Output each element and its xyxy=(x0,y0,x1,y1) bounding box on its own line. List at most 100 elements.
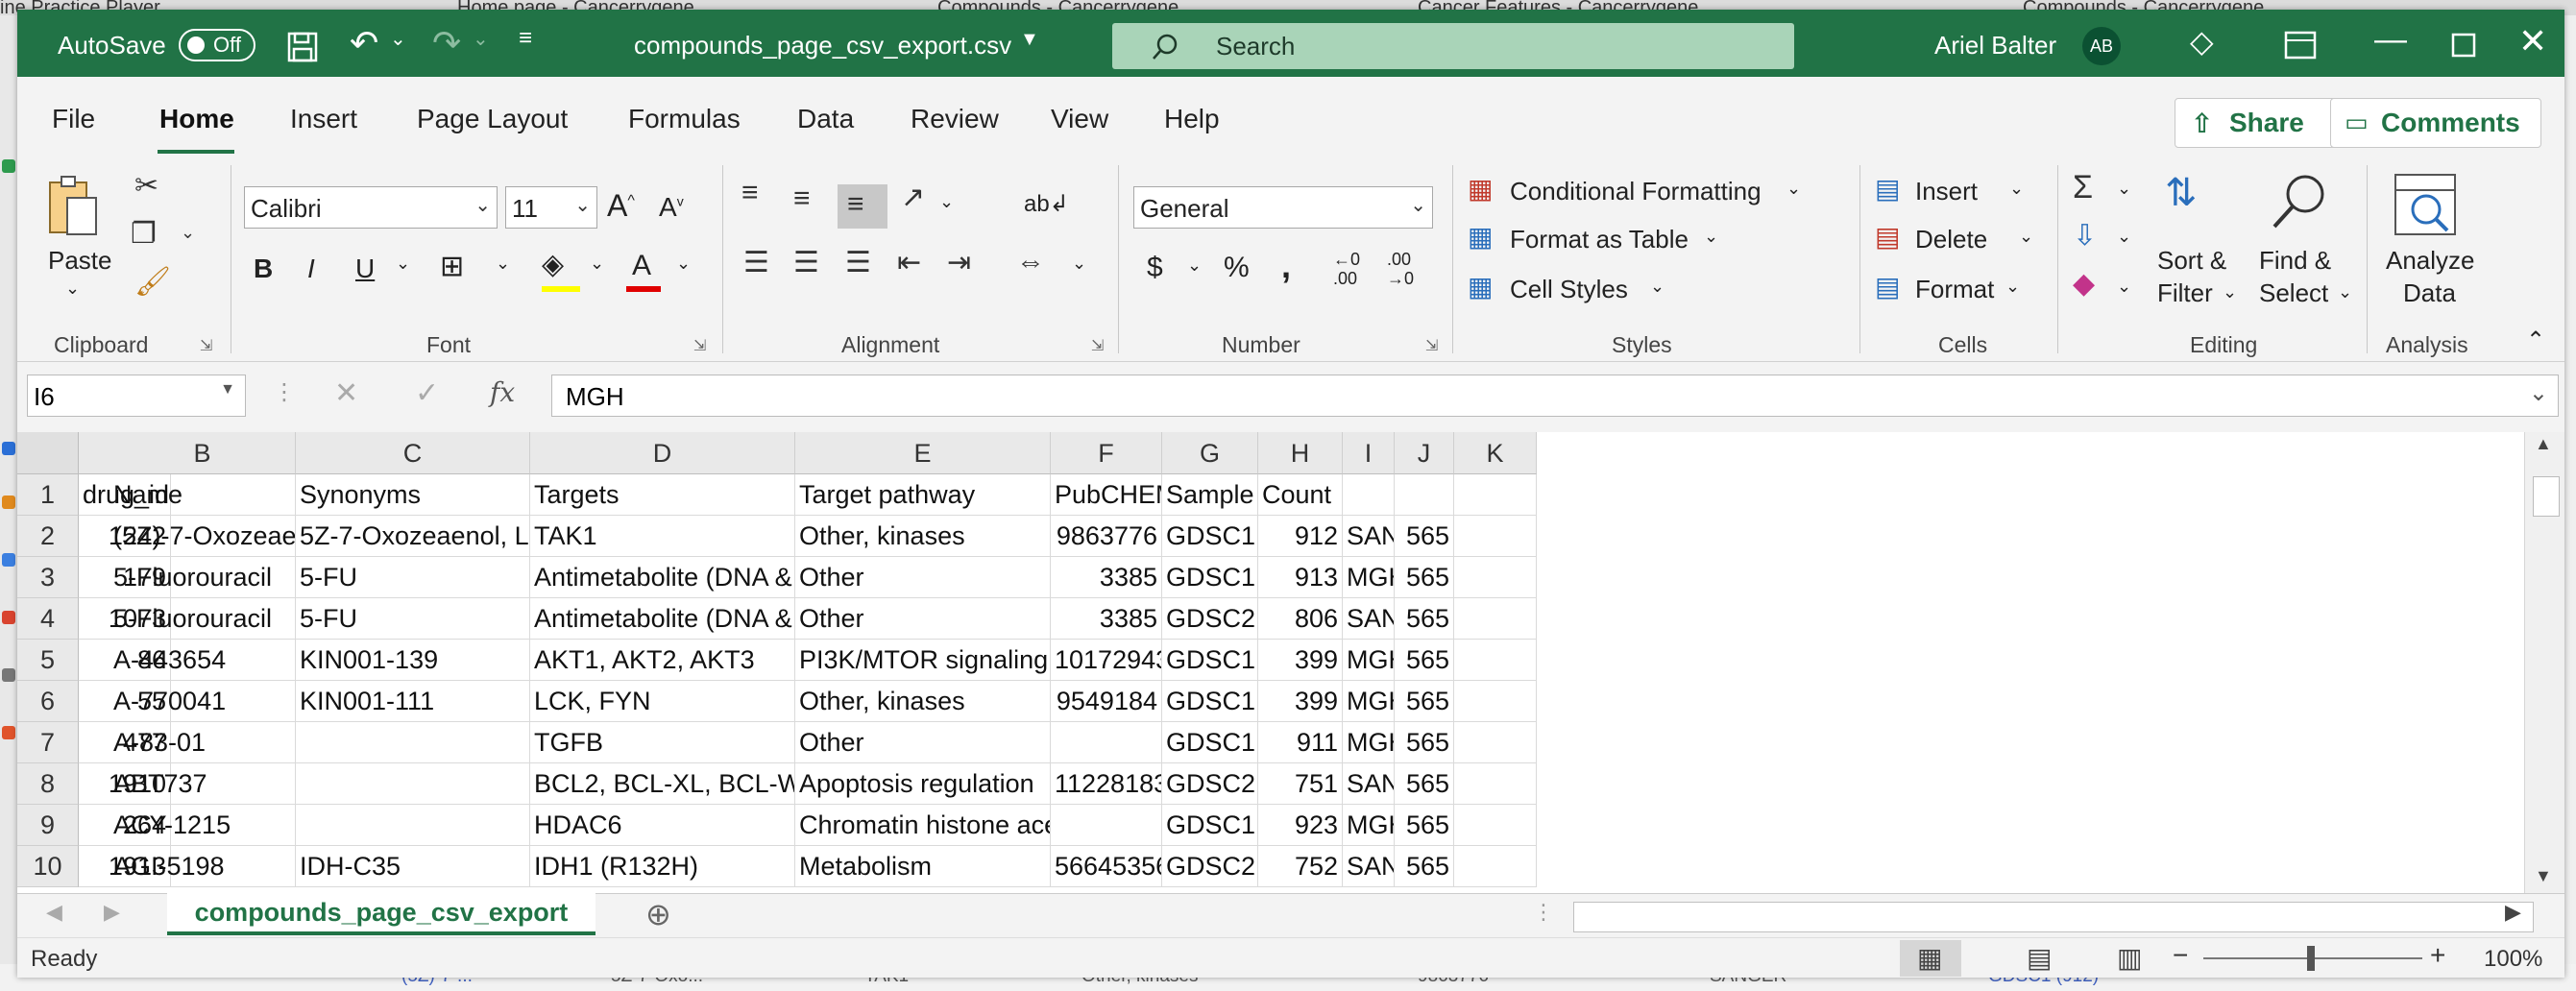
delete-cells-icon[interactable]: ▤ xyxy=(1875,221,1900,253)
align-top-icon[interactable]: ≡ xyxy=(741,177,759,209)
cut-icon[interactable]: ✂ xyxy=(134,169,158,203)
tab-view[interactable]: View xyxy=(1051,104,1108,134)
formula-input[interactable]: MGH ⌄ xyxy=(551,375,2559,417)
chevron-down-icon[interactable]: ⌄ xyxy=(2009,179,2024,199)
cancel-entry-icon[interactable]: ✕ xyxy=(334,376,358,410)
cell-h1[interactable]: Count xyxy=(1258,474,1343,516)
column-header-i[interactable]: I xyxy=(1343,432,1395,474)
cell-h4[interactable]: 806 xyxy=(1258,598,1343,640)
find-label-line1[interactable]: Find & xyxy=(2259,246,2331,276)
insert-function-icon[interactable]: fx xyxy=(490,376,515,408)
cell-e3[interactable]: Other xyxy=(795,557,1051,598)
column-header-h[interactable]: H xyxy=(1258,432,1343,474)
cell-k1[interactable] xyxy=(1454,474,1537,516)
bold-icon[interactable]: B xyxy=(254,254,273,284)
number-format-select[interactable]: General ⌄ xyxy=(1133,186,1433,229)
underline-dropdown-icon[interactable]: ⌄ xyxy=(396,254,410,274)
cell-g5[interactable]: GDSC1 xyxy=(1162,640,1258,681)
chevron-down-icon[interactable]: ⌄ xyxy=(1650,277,1665,297)
sheet-tab[interactable]: compounds_page_csv_export xyxy=(167,893,595,935)
paste-dropdown-icon[interactable]: ⌄ xyxy=(65,278,80,299)
page-layout-view-button[interactable]: ▤ xyxy=(2009,940,2071,977)
conditional-formatting-button[interactable]: Conditional Formatting xyxy=(1510,177,1762,206)
merge-center-icon[interactable]: ⇔ xyxy=(1016,246,1045,278)
row-header-5[interactable]: 5 xyxy=(17,640,79,681)
undo-dropdown-icon[interactable]: ⌄ xyxy=(390,27,406,51)
paste-label[interactable]: Paste xyxy=(48,246,112,276)
horizontal-scrollbar[interactable] xyxy=(1573,902,2534,932)
sort-label-line1[interactable]: Sort & xyxy=(2157,246,2226,276)
cell-g2[interactable]: GDSC1 xyxy=(1162,516,1258,557)
cell-c1[interactable]: Synonyms xyxy=(296,474,530,516)
cell-e6[interactable]: Other, kinases xyxy=(795,681,1051,722)
row-header-9[interactable]: 9 xyxy=(17,805,79,846)
cell-f1[interactable]: PubCHEM xyxy=(1051,474,1162,516)
cell-i8[interactable]: SANGER xyxy=(1343,763,1395,805)
scroll-down-icon[interactable]: ▼ xyxy=(2535,866,2552,886)
cell-b1[interactable]: Name xyxy=(109,474,296,516)
font-size-select[interactable]: 11 ⌄ xyxy=(505,186,597,229)
cell-j4[interactable]: 565 xyxy=(1395,598,1454,640)
cell-j10[interactable]: 565 xyxy=(1395,846,1454,887)
font-name-select[interactable]: Calibri ⌄ xyxy=(244,186,498,229)
cell-b5[interactable]: A-443654 xyxy=(109,640,296,681)
cell-styles-icon[interactable]: ▦ xyxy=(1468,271,1493,302)
decrease-decimal-icon[interactable]: .00 →0 xyxy=(1387,250,1414,288)
fill-color-dropdown-icon[interactable]: ⌄ xyxy=(590,254,604,274)
avatar[interactable]: AB xyxy=(2082,27,2121,65)
row-header-2[interactable]: 2 xyxy=(17,516,79,557)
cell-c8[interactable] xyxy=(296,763,530,805)
tab-help[interactable]: Help xyxy=(1164,104,1220,134)
cell-i6[interactable]: MGH xyxy=(1343,681,1395,722)
column-header-k[interactable]: K xyxy=(1454,432,1537,474)
cell-j6[interactable]: 565 xyxy=(1395,681,1454,722)
sort-label-line2[interactable]: Filter xyxy=(2157,278,2213,308)
close-icon[interactable]: ✕ xyxy=(2518,21,2547,61)
align-right-icon[interactable]: ☰ xyxy=(845,246,871,279)
row-header-4[interactable]: 4 xyxy=(17,598,79,640)
cell-j7[interactable]: 565 xyxy=(1395,722,1454,763)
align-bottom-icon[interactable]: ≡ xyxy=(847,188,864,221)
format-as-table-icon[interactable]: ▦ xyxy=(1468,221,1493,253)
cell-b6[interactable]: A-770041 xyxy=(109,681,296,722)
cell-e9[interactable]: Chromatin histone acetylation xyxy=(795,805,1051,846)
row-header-6[interactable]: 6 xyxy=(17,681,79,722)
diamond-icon[interactable]: ◇ xyxy=(2190,23,2214,60)
font-launcher-icon[interactable]: ⇲ xyxy=(693,336,706,355)
decrease-font-icon[interactable]: Av xyxy=(659,192,684,223)
find-label-line2[interactable]: Select xyxy=(2259,278,2328,308)
chevron-down-icon[interactable]: ⌄ xyxy=(2019,227,2033,247)
align-middle-icon[interactable]: ≡ xyxy=(793,182,811,215)
format-painter-icon[interactable]: 🖌 xyxy=(134,265,171,299)
tab-insert[interactable]: Insert xyxy=(290,104,357,134)
cell-d6[interactable]: LCK, FYN xyxy=(530,681,795,722)
percent-icon[interactable]: % xyxy=(1224,252,1250,284)
column-header-c[interactable]: C xyxy=(296,432,530,474)
cell-g10[interactable]: GDSC2 xyxy=(1162,846,1258,887)
increase-indent-icon[interactable]: ⇥ xyxy=(947,246,971,279)
alignment-launcher-icon[interactable]: ⇲ xyxy=(1091,336,1104,355)
expand-formula-icon[interactable]: ⌄ xyxy=(2529,379,2548,407)
analyze-label-line2[interactable]: Data xyxy=(2403,278,2456,308)
file-name-dropdown-icon[interactable]: ▼ xyxy=(1020,29,1039,51)
cell-d7[interactable]: TGFB xyxy=(530,722,795,763)
cell-g8[interactable]: GDSC2 xyxy=(1162,763,1258,805)
cell-e5[interactable]: PI3K/MTOR signaling xyxy=(795,640,1051,681)
cell-e8[interactable]: Apoptosis regulation xyxy=(795,763,1051,805)
cell-c4[interactable]: 5-FU xyxy=(296,598,530,640)
italic-icon[interactable]: I xyxy=(307,254,315,284)
cell-d5[interactable]: AKT1, AKT2, AKT3 xyxy=(530,640,795,681)
collapse-ribbon-icon[interactable]: ⌃ xyxy=(2526,326,2545,354)
tab-formulas[interactable]: Formulas xyxy=(628,104,741,134)
cell-k6[interactable] xyxy=(1454,681,1537,722)
cell-j8[interactable]: 565 xyxy=(1395,763,1454,805)
column-header-e[interactable]: E xyxy=(795,432,1051,474)
autosum-icon[interactable]: Σ xyxy=(2073,169,2093,206)
zoom-in-icon[interactable]: + xyxy=(2430,940,2445,971)
accounting-format-icon[interactable]: $ xyxy=(1147,252,1163,284)
chevron-down-icon[interactable]: ⌄ xyxy=(2005,277,2020,297)
copy-dropdown-icon[interactable]: ⌄ xyxy=(181,223,195,243)
chevron-down-icon[interactable]: ⌄ xyxy=(2117,277,2131,297)
cell-k9[interactable] xyxy=(1454,805,1537,846)
cell-b3[interactable]: 5-Fluorouracil xyxy=(109,557,296,598)
